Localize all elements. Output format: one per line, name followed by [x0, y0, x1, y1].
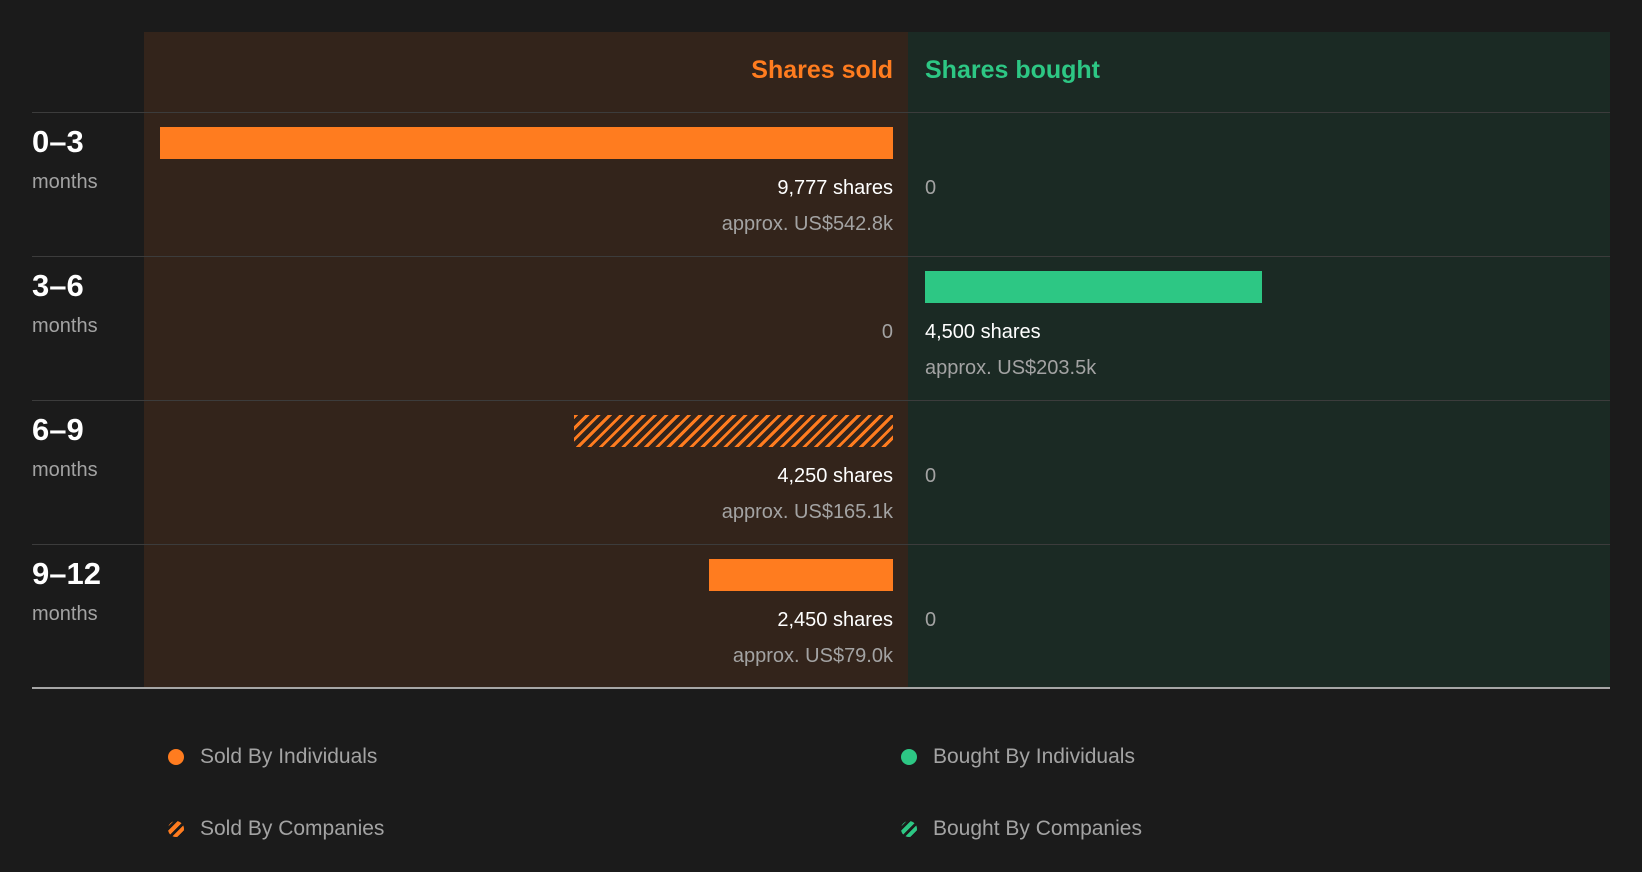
- chart-row: 3–6 months 0 4,500 shares approx. US$203.5k: [0, 256, 1642, 400]
- legend-swatch-icon: [168, 749, 184, 765]
- bought-shares-label: 0: [925, 465, 937, 487]
- insider-trading-chart: Shares sold Shares bought 0–3 months 9,777…: [0, 0, 1642, 872]
- bought-shares-label: 4,500 shares: [925, 321, 1041, 343]
- sold-shares-label: 2,450 shares: [777, 609, 893, 631]
- legend-label: Sold By Companies: [200, 817, 385, 840]
- bought-bar: [925, 271, 1263, 303]
- sold-bar: [709, 559, 893, 591]
- row-range-label: 0–3: [32, 124, 84, 159]
- sold-bar: [160, 127, 893, 159]
- row-range-label: 6–9: [32, 412, 84, 447]
- row-unit-label: months: [32, 315, 98, 337]
- chart-row: 9–12 months 2,450 shares approx. US$79.0k 0: [0, 544, 1642, 688]
- sold-shares-label: 4,250 shares: [777, 465, 893, 487]
- bought-shares-label: 0: [925, 609, 937, 631]
- bought-value-label: approx. US$203.5k: [925, 357, 1097, 379]
- legend-label: Bought By Individuals: [933, 745, 1135, 768]
- chart-baseline: [32, 687, 1610, 689]
- legend-item: Sold By Individuals: [168, 743, 377, 771]
- sold-value-label: approx. US$165.1k: [721, 501, 893, 523]
- sold-bar: [574, 415, 893, 447]
- row-range-label: 9–12: [32, 556, 101, 591]
- row-unit-label: months: [32, 171, 98, 193]
- legend-swatch-icon: [168, 821, 184, 837]
- legend-label: Sold By Individuals: [200, 745, 378, 768]
- bought-shares-label: 0: [925, 177, 937, 199]
- legend-item: Bought By Individuals: [901, 743, 1135, 771]
- sold-value-label: approx. US$79.0k: [732, 645, 893, 667]
- row-unit-label: months: [32, 603, 98, 625]
- legend-swatch-icon: [901, 821, 917, 837]
- legend-item: Bought By Companies: [901, 815, 1142, 843]
- sold-shares-label: 9,777 shares: [777, 177, 893, 199]
- shares-sold-header: Shares sold: [751, 56, 893, 84]
- sold-value-label: approx. US$542.8k: [721, 213, 893, 235]
- chart-row: 6–9 months 4,250 shares approx. US$165.1k 0: [0, 400, 1642, 544]
- chart-row: 0–3 months 9,777 shares approx. US$542.8k 0: [0, 112, 1642, 256]
- row-unit-label: months: [32, 459, 98, 481]
- sold-shares-label: 0: [881, 321, 893, 343]
- row-range-label: 3–6: [32, 268, 84, 303]
- legend-label: Bought By Companies: [933, 817, 1142, 840]
- shares-bought-header: Shares bought: [925, 56, 1101, 84]
- legend-swatch-icon: [901, 749, 917, 765]
- legend-item: Sold By Companies: [168, 815, 384, 843]
